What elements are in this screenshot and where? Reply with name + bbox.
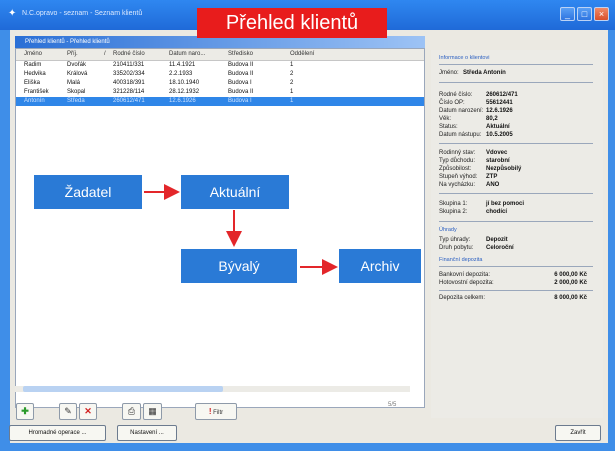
maximize-button[interactable]: □ <box>577 7 592 21</box>
field-label: Na vycházku: <box>439 182 476 188</box>
divider <box>439 193 593 194</box>
field-label: Typ úhrady: <box>439 237 471 243</box>
field-value: Nezpůsobilý <box>486 166 522 172</box>
field-label: Typ důchodu: <box>439 158 476 164</box>
status-aktualni: Aktuální <box>181 175 289 209</box>
field-label: Datum narození: <box>439 108 484 114</box>
status-archiv: Archiv <box>339 249 421 283</box>
field-value: jí bez pomoci <box>486 201 525 207</box>
divider <box>439 64 593 65</box>
add-button[interactable]: ✚ <box>16 403 34 420</box>
field-value: 55612441 <box>486 100 513 106</box>
grid-view-button[interactable]: ▦ <box>143 403 162 420</box>
field-value: 2 000,00 Kč <box>554 280 587 286</box>
settings-button[interactable]: Nastavení ... <box>117 425 177 441</box>
scrollbar-thumb[interactable] <box>23 386 223 392</box>
field-value: Aktuální <box>486 124 510 130</box>
main-window: Přehled klientů - Přehled klientů Jméno … <box>9 30 608 443</box>
client-info-panel: Informace o klientovi Jméno: Středa Anto… <box>431 50 603 418</box>
field-label: Rodné číslo: <box>439 92 473 98</box>
field-value: starobní <box>486 158 510 164</box>
uhrady-header: Úhrady <box>439 227 457 233</box>
filter-button[interactable]: ! Filtr <box>195 403 237 420</box>
close-window-button[interactable]: × <box>594 7 609 21</box>
field-label: Datum nástupu: <box>439 132 482 138</box>
divider <box>439 82 593 83</box>
divider <box>439 266 593 267</box>
field-label: Věk: <box>439 116 452 122</box>
divider <box>439 221 593 222</box>
minimize-button[interactable]: _ <box>560 7 575 21</box>
field-value: chodící <box>486 209 508 215</box>
status-byvaly: Bývalý <box>181 249 297 283</box>
field-value: Vdovec <box>486 150 508 156</box>
field-value: Depozit <box>486 237 508 243</box>
divider <box>439 290 593 291</box>
field-value: 80,2 <box>486 116 498 122</box>
window-title: N.C.opravo - seznam - Seznam klientů <box>22 10 143 17</box>
depozita-header: Finanční depozita <box>439 257 483 263</box>
global-operations-button[interactable]: Hromadné operace ... <box>9 425 106 441</box>
delete-button[interactable]: ✕ <box>79 403 97 420</box>
field-value: 10.5.2005 <box>486 132 513 138</box>
field-value: 12.6.1926 <box>486 108 513 114</box>
total-value: 8 000,00 Kč <box>554 295 587 301</box>
print-button[interactable]: ⎙ <box>122 403 141 420</box>
name-label: Jméno: <box>439 70 459 76</box>
field-value: 260612/471 <box>486 92 518 98</box>
horizontal-scrollbar[interactable] <box>15 386 410 392</box>
field-label: Rodinný stav: <box>439 150 476 156</box>
filter-label: Filtr <box>213 410 224 416</box>
total-label: Depozita celkem: <box>439 295 486 301</box>
field-value: 6 000,00 Kč <box>554 272 587 278</box>
edit-button[interactable]: ✎ <box>59 403 77 420</box>
field-label: Číslo OP: <box>439 100 465 106</box>
field-label: Skupina 1: <box>439 201 468 207</box>
status-flow-arrows <box>144 184 338 275</box>
panel-header: Informace o klientovi <box>439 55 490 61</box>
field-value: ANO <box>486 182 500 188</box>
field-value: ZTP <box>486 174 498 180</box>
app-icon: ✦ <box>8 8 17 19</box>
field-value: Celoroční <box>486 245 514 251</box>
field-label: Druh pobytu: <box>439 245 474 251</box>
close-button[interactable]: Zavřít <box>555 425 601 441</box>
field-label: Způsobilost: <box>439 166 472 172</box>
field-label: Skupina 2: <box>439 209 468 215</box>
name-value: Středa Antonín <box>463 70 506 76</box>
divider <box>439 143 593 144</box>
field-label: Hotovostní depozita: <box>439 280 494 286</box>
record-counter: 5/5 <box>388 402 397 408</box>
field-label: Status: <box>439 124 458 130</box>
filter-icon: ! <box>208 407 212 416</box>
field-label: Stupeň výhod: <box>439 174 478 180</box>
field-label: Bankovní depozita: <box>439 272 491 278</box>
clients-table[interactable]: Jméno Příj. / Rodné číslo Datum naro... … <box>15 48 425 408</box>
banner-title: Přehled klientů <box>197 8 387 38</box>
status-zadatel: Žadatel <box>34 175 142 209</box>
